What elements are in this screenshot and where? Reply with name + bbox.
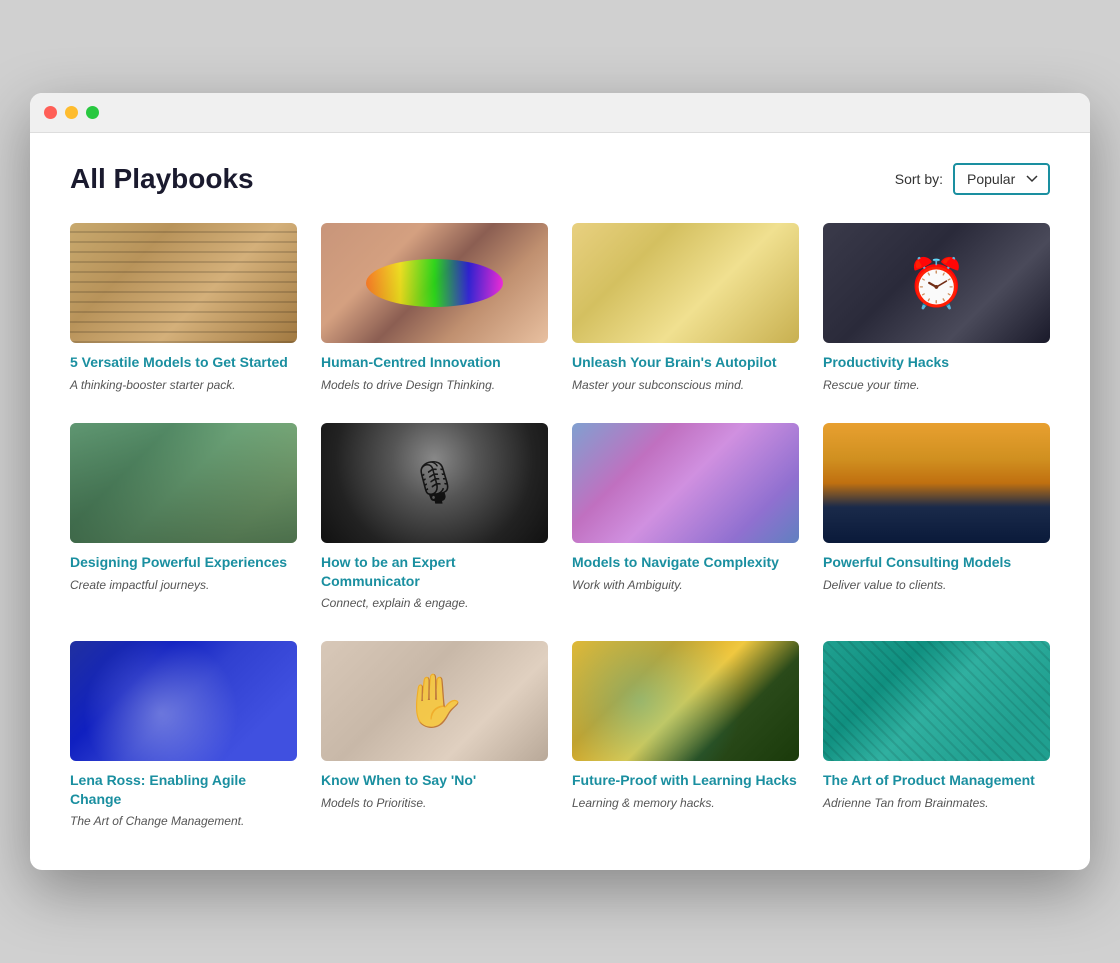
card-title-autopilot: Unleash Your Brain's Autopilot [572, 353, 799, 371]
card-image-complexity [572, 423, 799, 543]
card-title-communicator: How to be an Expert Communicator [321, 553, 548, 589]
page-title: All Playbooks [70, 163, 254, 195]
card-product-management[interactable]: The Art of Product Management Adrienne T… [823, 641, 1050, 829]
card-complexity[interactable]: Models to Navigate Complexity Work with … [572, 423, 799, 611]
card-image-human-centred [321, 223, 548, 343]
card-image-productivity [823, 223, 1050, 343]
card-desc-versatile-models: A thinking-booster starter pack. [70, 377, 297, 394]
card-title-lena-ross: Lena Ross: Enabling Agile Change [70, 771, 297, 807]
card-image-future-proof [572, 641, 799, 761]
card-title-consulting: Powerful Consulting Models [823, 553, 1050, 571]
card-desc-lena-ross: The Art of Change Management. [70, 813, 297, 830]
card-desc-complexity: Work with Ambiguity. [572, 577, 799, 594]
card-desc-say-no: Models to Prioritise. [321, 795, 548, 812]
card-image-autopilot [572, 223, 799, 343]
card-say-no[interactable]: Know When to Say 'No' Models to Prioriti… [321, 641, 548, 829]
card-desc-experiences: Create impactful journeys. [70, 577, 297, 594]
card-image-lena-ross [70, 641, 297, 761]
maximize-button[interactable] [86, 106, 99, 119]
card-title-future-proof: Future-Proof with Learning Hacks [572, 771, 799, 789]
page-header: All Playbooks Sort by: PopularNewestA-Z [70, 163, 1050, 195]
card-desc-autopilot: Master your subconscious mind. [572, 377, 799, 394]
card-desc-communicator: Connect, explain & engage. [321, 595, 548, 612]
card-experiences[interactable]: Designing Powerful Experiences Create im… [70, 423, 297, 611]
card-image-versatile-models [70, 223, 297, 343]
card-autopilot[interactable]: Unleash Your Brain's Autopilot Master yo… [572, 223, 799, 393]
playbooks-grid: 5 Versatile Models to Get Started A thin… [70, 223, 1050, 829]
card-title-human-centred: Human-Centred Innovation [321, 353, 548, 371]
card-title-versatile-models: 5 Versatile Models to Get Started [70, 353, 297, 371]
close-button[interactable] [44, 106, 57, 119]
card-desc-future-proof: Learning & memory hacks. [572, 795, 799, 812]
sort-label: Sort by: [895, 171, 943, 187]
card-desc-human-centred: Models to drive Design Thinking. [321, 377, 548, 394]
minimize-button[interactable] [65, 106, 78, 119]
card-image-consulting [823, 423, 1050, 543]
main-content: All Playbooks Sort by: PopularNewestA-Z … [30, 133, 1090, 869]
card-desc-product-management: Adrienne Tan from Brainmates. [823, 795, 1050, 812]
traffic-lights [44, 106, 99, 119]
card-human-centred[interactable]: Human-Centred Innovation Models to drive… [321, 223, 548, 393]
card-future-proof[interactable]: Future-Proof with Learning Hacks Learnin… [572, 641, 799, 829]
title-bar [30, 93, 1090, 133]
card-desc-consulting: Deliver value to clients. [823, 577, 1050, 594]
card-image-communicator [321, 423, 548, 543]
card-desc-productivity: Rescue your time. [823, 377, 1050, 394]
app-window: All Playbooks Sort by: PopularNewestA-Z … [30, 93, 1090, 869]
card-consulting[interactable]: Powerful Consulting Models Deliver value… [823, 423, 1050, 611]
card-communicator[interactable]: How to be an Expert Communicator Connect… [321, 423, 548, 611]
card-title-complexity: Models to Navigate Complexity [572, 553, 799, 571]
card-title-experiences: Designing Powerful Experiences [70, 553, 297, 571]
card-image-experiences [70, 423, 297, 543]
card-image-say-no [321, 641, 548, 761]
sort-area: Sort by: PopularNewestA-Z [895, 163, 1050, 195]
card-title-productivity: Productivity Hacks [823, 353, 1050, 371]
card-productivity[interactable]: Productivity Hacks Rescue your time. [823, 223, 1050, 393]
sort-select[interactable]: PopularNewestA-Z [953, 163, 1050, 195]
card-versatile-models[interactable]: 5 Versatile Models to Get Started A thin… [70, 223, 297, 393]
card-lena-ross[interactable]: Lena Ross: Enabling Agile Change The Art… [70, 641, 297, 829]
card-image-product-management [823, 641, 1050, 761]
card-title-say-no: Know When to Say 'No' [321, 771, 548, 789]
card-title-product-management: The Art of Product Management [823, 771, 1050, 789]
